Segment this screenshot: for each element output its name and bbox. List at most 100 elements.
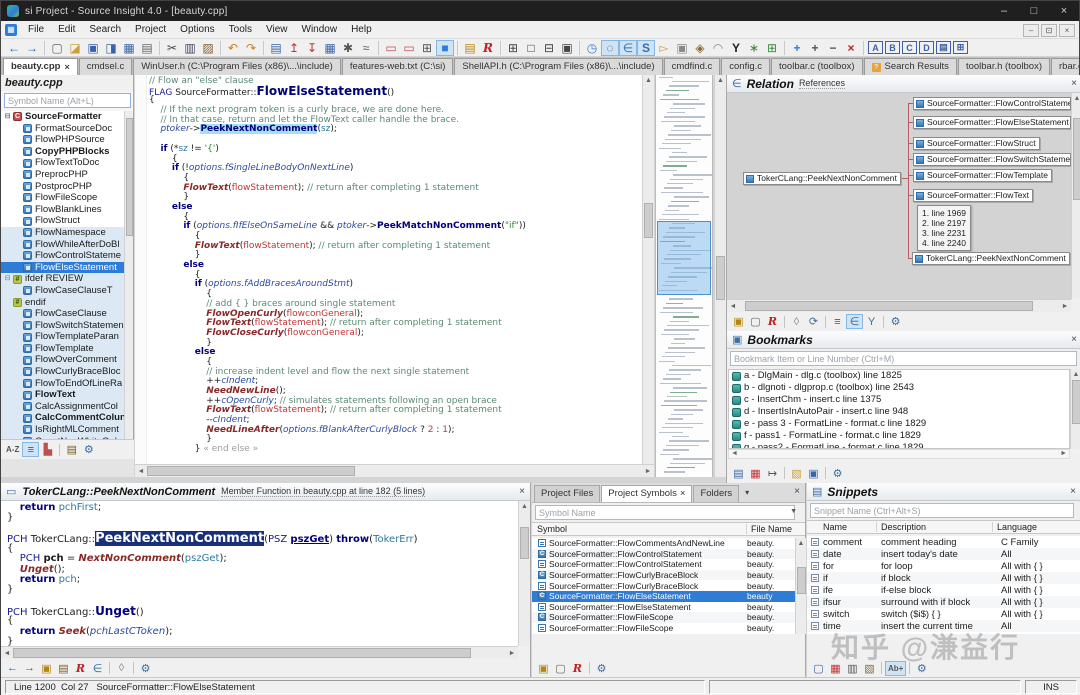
print-icon[interactable]: ▤ [138, 40, 156, 56]
activate-context-window-icon[interactable]: ▭ [400, 40, 418, 56]
xref-icon[interactable]: ✱ [339, 40, 357, 56]
symbol-filter-input[interactable] [4, 93, 131, 108]
project-symbol-row[interactable]: SourceFormatter::FlowControlStatementbea… [532, 559, 795, 570]
delete-snippet-icon[interactable]: ▦ [827, 661, 844, 676]
column-header-symbol[interactable]: Symbol [532, 524, 747, 534]
chevron-down-icon[interactable]: ▼ [790, 508, 797, 515]
layout-split-icon[interactable]: ⊟ [540, 40, 558, 56]
scrollbar-thumb[interactable] [147, 466, 355, 476]
project-symbol-row[interactable]: SourceFormatter::FlowElseStatementbeauty… [532, 602, 795, 613]
save-icon[interactable]: ▣ [805, 466, 822, 481]
scrollbar-thumb[interactable] [745, 301, 1033, 311]
symbol-tree-item[interactable]: FormatSourceDoc [1, 123, 125, 135]
scroll-up-arrow[interactable]: ▲ [715, 75, 726, 86]
code-editor[interactable]: // Flow an "else" clauseFLAG SourceForma… [135, 75, 642, 464]
relation-node[interactable]: SourceFormatter::FlowElseStatement [913, 116, 1071, 129]
custom-cmd-d-icon[interactable]: D [919, 41, 934, 54]
symbol-tree-item[interactable]: FlowCaseClause [1, 308, 125, 320]
symbol-tree-item[interactable]: FlowToEndOfLineRa [1, 378, 125, 390]
sort-alphabetic-icon[interactable]: A-Z [3, 442, 22, 457]
lock-icon[interactable]: ◊ [788, 314, 805, 329]
close-icon[interactable]: × [1071, 78, 1077, 89]
symbol-tree-item[interactable]: FlowStruct [1, 215, 125, 227]
close-icon[interactable]: × [1070, 486, 1076, 497]
project-tab-folders[interactable]: Folders [693, 485, 739, 502]
layout-grid-icon[interactable]: ⊞ [504, 40, 522, 56]
menu-window[interactable]: Window [295, 21, 345, 39]
references-r-icon[interactable]: R [764, 314, 781, 329]
context-vertical-scrollbar[interactable]: ▲ ▼ [518, 501, 530, 646]
book-icon[interactable]: ▤ [63, 442, 80, 457]
file-tab-toolbar.h[interactable]: toolbar.h (toolbox) [958, 58, 1050, 75]
symbol-tree-item[interactable]: FlowWhileAfterDoBl [1, 239, 125, 251]
project-tab-project-symbols[interactable]: Project Symbols× [601, 485, 692, 502]
snippet-row[interactable]: ifeif-else blockAll with { } [807, 584, 1080, 596]
close-icon[interactable]: × [519, 486, 525, 497]
lock-icon[interactable]: ◊ [113, 661, 130, 676]
line-ref[interactable]: 4. line 2240 [922, 238, 966, 248]
undo-icon[interactable]: ↶ [224, 40, 242, 56]
scroll-right-arrow[interactable]: ► [1060, 450, 1067, 458]
snippet-search-input[interactable] [810, 503, 1074, 518]
symbol-list-icon[interactable]: ▤ [267, 40, 285, 56]
minimize-button[interactable]: – [989, 1, 1019, 21]
relation-node[interactable]: TokerCLang::PeekNextNonComment [912, 252, 1070, 265]
editor-horizontal-scrollbar[interactable]: ◄ ► [135, 464, 654, 477]
snippet-row[interactable]: ifif blockAll with { } [807, 572, 1080, 584]
menu-edit[interactable]: Edit [51, 21, 82, 39]
settings-gear-icon[interactable]: ⚙ [80, 442, 97, 457]
symbol-tree-item[interactable]: FlowCaseClauseT [1, 285, 125, 297]
custom-cmd-e-icon[interactable]: ▤ [936, 41, 951, 54]
bookmark-search-input[interactable] [730, 351, 1077, 366]
file-tab-config.c[interactable]: config.c [721, 58, 770, 75]
relation-horizontal-scrollbar[interactable]: ◄ ► [727, 299, 1071, 312]
relation-node[interactable]: SourceFormatter::FlowControlStatemen [913, 97, 1071, 110]
scroll-up-arrow[interactable]: ▲ [1072, 93, 1080, 104]
relation-graph[interactable]: SourceFormatter::FlowControlStatemenSour… [727, 93, 1071, 299]
new-snippet-icon[interactable]: ▢ [810, 661, 827, 676]
image-view-icon[interactable]: ▣ [673, 40, 691, 56]
project-symbol-row[interactable]: SourceFormatter::FlowCurlyBraceBlockbeau… [532, 580, 795, 591]
bookmark-item[interactable]: a - DlgMain - dlg.c (toolbox) line 1825 [729, 370, 1069, 382]
file-tab-Search[interactable]: ?Search Results [864, 58, 957, 75]
sync-cloud-icon[interactable]: ◠ [709, 40, 727, 56]
custom-cmd-f-icon[interactable]: ⊞ [953, 41, 968, 54]
save-as-icon[interactable]: ◨ [102, 40, 120, 56]
scrollbar-thumb[interactable] [1073, 118, 1080, 200]
column-header-filename[interactable]: File Name [747, 524, 805, 534]
symbol-tree-item[interactable]: ⊟#ifdef REVIEW [1, 273, 125, 285]
context-code[interactable]: return pchFirst;} PCH TokerCLang::PeekNe… [1, 501, 518, 646]
column-header-description[interactable]: Description [877, 522, 993, 532]
menu-view[interactable]: View [259, 21, 295, 39]
project-scrollbar[interactable]: ▲ ▼ [795, 538, 806, 634]
link-symbols-icon[interactable]: ∗ [745, 40, 763, 56]
touch-file-icon[interactable]: ◈ [691, 40, 709, 56]
auto-insert-icon[interactable]: Ab+ [885, 661, 906, 676]
snippet-row[interactable]: forfor loopAll with { } [807, 560, 1080, 572]
nav-back-icon[interactable]: ← [5, 40, 23, 56]
editor-vertical-scrollbar[interactable]: ▲ ▼ [642, 75, 654, 464]
column-header-name[interactable]: Name [807, 522, 877, 532]
symbol-tree-item[interactable]: FlowTextToDoc [1, 157, 125, 169]
symbol-tree-item[interactable]: PreprocPHP [1, 169, 125, 181]
relation-node[interactable]: SourceFormatter::FlowStruct [913, 137, 1040, 150]
references-r-icon[interactable]: R [72, 661, 89, 676]
context-horizontal-scrollbar[interactable]: ◄ ► [1, 646, 518, 659]
bookmark-item[interactable]: e - pass 3 - FormatLine - format.c line … [729, 418, 1069, 430]
settings-gear-icon[interactable]: ⚙ [137, 661, 154, 676]
symbol-tree-item[interactable]: FlowNamespace [1, 227, 125, 239]
scrollbar-thumb[interactable] [644, 203, 653, 238]
bookmark-item[interactable]: b - dlgnoti - dlgprop.c (toolbox) line 2… [729, 382, 1069, 394]
menu-file[interactable]: File [21, 21, 51, 39]
code-minimap[interactable] [655, 75, 713, 477]
bookmark-item[interactable]: f - pass1 - FormatLine - format.c line 1… [729, 430, 1069, 442]
save-icon[interactable]: ▣ [84, 40, 102, 56]
document-menu-icon[interactable]: ▦ [5, 24, 17, 36]
add-line-icon[interactable]: + [788, 40, 806, 56]
new-window-icon[interactable]: ▢ [747, 314, 764, 329]
project-symbol-row[interactable]: SourceFormatter::FlowCommentsAndNewLineb… [532, 538, 795, 549]
relation-node[interactable]: SourceFormatter::FlowTemplate [913, 169, 1052, 182]
snippet-row[interactable]: ifsursurround with if blockAll with { } [807, 596, 1080, 608]
delete-lines-icon[interactable]: × [842, 40, 860, 56]
layout-full-icon[interactable]: □ [522, 40, 540, 56]
